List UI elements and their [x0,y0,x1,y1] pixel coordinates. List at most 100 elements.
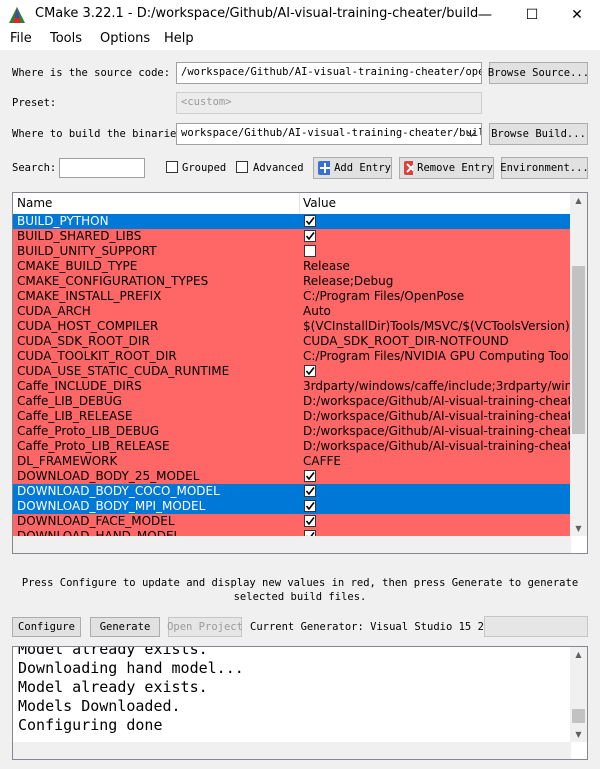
table-row[interactable]: DOWNLOAD_BODY_25_MODEL [13,469,571,484]
menu-tools[interactable]: Tools [50,31,82,46]
output-horizontal-scrollbar[interactable] [13,742,571,759]
search-label: Search: [12,162,57,174]
row-value-checkbox[interactable] [304,485,316,497]
table-row[interactable]: Caffe_Proto_LIB_RELEASE D:/workspace/Gith… [13,439,571,454]
output-scroll-up-icon[interactable]: ▲ [570,647,587,662]
current-generator-label: Current Generator: Visual Studio 15 2017 [250,621,503,633]
row-name: CMAKE_INSTALL_PREFIX [17,289,162,303]
table-row[interactable]: DOWNLOAD_BODY_MPI_MODEL [13,499,571,514]
source-path-input[interactable]: /workspace/Github/AI-visual-training-che… [176,62,482,84]
row-value-checkbox[interactable] [304,245,316,257]
maximize-button[interactable]: ☐ [509,0,555,30]
row-value[interactable]: $(VCInstallDir)Tools/MSVC/$(VCToolsVersi… [303,319,571,334]
row-value[interactable]: D:/workspace/Github/AI-visual-training-c… [303,424,571,439]
row-name: DOWNLOAD_BODY_COCO_MODEL [17,484,220,498]
configure-button[interactable]: Configure [12,617,81,637]
row-value-checkbox[interactable] [304,215,316,227]
remove-icon [404,161,414,175]
remove-entry-button[interactable]: Remove Entry [399,157,494,179]
preset-label: Preset: [12,97,57,109]
row-name: DOWNLOAD_BODY_MPI_MODEL [17,499,206,513]
build-path-combo[interactable]: workspace/Github/AI-visual-training-chea… [176,123,482,145]
checkmark-icon [305,517,315,526]
cache-variables-table[interactable]: Name Value BUILD_PYTHON BUILD_SHARED_LIBS… [12,192,588,554]
table-row[interactable]: CUDA_ARCH Auto [13,304,571,319]
generate-button[interactable]: Generate [90,617,160,637]
column-header-value[interactable]: Value [303,196,336,210]
row-value-checkbox[interactable] [304,230,316,242]
chevron-down-icon[interactable] [467,131,476,137]
output-scroll-thumb[interactable] [572,709,585,723]
table-row[interactable]: CUDA_HOST_COMPILER $(VCInstallDir)Tools/M… [13,319,571,334]
table-row[interactable]: DOWNLOAD_FACE_MODEL [13,514,571,529]
table-row[interactable]: BUILD_PYTHON [13,214,571,229]
row-value[interactable]: Release;Debug [303,274,571,289]
table-row[interactable]: CUDA_TOOLKIT_ROOT_DIR C:/Program Files/NV… [13,349,571,364]
cmake-logo-icon [9,7,25,23]
table-row[interactable]: CMAKE_INSTALL_PREFIX C:/Program Files/Ope… [13,289,571,304]
output-line: Model already exists. [18,646,208,658]
scroll-up-icon[interactable]: ▲ [570,193,587,208]
table-row[interactable]: DOWNLOAD_BODY_COCO_MODEL [13,484,571,499]
table-row[interactable]: CUDA_USE_STATIC_CUDA_RUNTIME [13,364,571,379]
table-row[interactable]: Caffe_Proto_LIB_DEBUG D:/workspace/Github… [13,424,571,439]
table-row[interactable]: CUDA_SDK_ROOT_DIR CUDA_SDK_ROOT_DIR-NOTFO… [13,334,571,349]
scroll-down-icon[interactable]: ▼ [570,521,587,536]
row-value[interactable]: D:/workspace/Github/AI-visual-training-c… [303,409,571,424]
environment-button[interactable]: Environment... [500,157,589,179]
row-name: DOWNLOAD_BODY_25_MODEL [17,469,200,483]
search-input[interactable] [59,158,145,178]
menu-options[interactable]: Options [100,31,150,46]
row-value-checkbox[interactable] [304,365,316,377]
table-horizontal-scrollbar[interactable] [13,536,571,553]
row-name: Caffe_LIB_DEBUG [17,394,122,408]
browse-source-button[interactable]: Browse Source... [488,62,589,84]
row-value[interactable]: D:/workspace/Github/AI-visual-training-c… [303,394,571,409]
column-header-name[interactable]: Name [17,196,52,210]
column-divider[interactable] [299,193,300,214]
table-row[interactable]: Caffe_INCLUDE_DIRS 3rdparty/windows/caffe… [13,379,571,394]
checkmark-icon [305,487,315,496]
menu-help[interactable]: Help [164,31,194,46]
close-button[interactable]: ✕ [554,0,600,30]
checkmark-icon [305,217,315,226]
row-value-checkbox[interactable] [304,470,316,482]
menu-file[interactable]: File [10,31,32,46]
table-row[interactable]: Caffe_LIB_DEBUG D:/workspace/Github/AI-vi… [13,394,571,409]
table-row[interactable]: BUILD_UNITY_SUPPORT [13,244,571,259]
open-project-button[interactable]: Open Project [167,617,243,637]
row-name: Caffe_Proto_LIB_RELEASE [17,439,170,453]
table-row[interactable]: Caffe_LIB_RELEASE D:/workspace/Github/AI-… [13,409,571,424]
row-value[interactable]: Release [303,259,571,274]
output-scroll-down-icon[interactable]: ▼ [570,727,587,742]
row-value[interactable]: C:/Program Files/NVIDIA GPU Computing To… [303,349,571,364]
table-row[interactable]: CMAKE_CONFIGURATION_TYPES Release;Debug [13,274,571,289]
table-row[interactable]: BUILD_SHARED_LIBS [13,229,571,244]
output-log[interactable]: Model already exists. Downloading hand mo… [12,646,588,760]
preset-select[interactable]: <custom> [176,92,482,114]
row-name: CMAKE_BUILD_TYPE [17,259,138,273]
row-name: Caffe_INCLUDE_DIRS [17,379,142,393]
table-header: Name Value [13,193,571,215]
scroll-thumb[interactable] [572,266,585,434]
advanced-checkbox[interactable] [236,161,248,173]
row-value[interactable]: CAFFE [303,454,571,469]
row-value[interactable]: C:/Program Files/OpenPose [303,289,571,304]
browse-build-button[interactable]: Browse Build... [489,123,588,145]
row-name: Caffe_LIB_RELEASE [17,409,133,423]
row-name: CMAKE_CONFIGURATION_TYPES [17,274,209,288]
row-value[interactable]: D:/workspace/Github/AI-visual-training-c… [303,439,571,454]
table-vertical-scrollbar[interactable]: ▲ ▼ [570,193,587,536]
output-vertical-scrollbar[interactable]: ▲ ▼ [570,647,587,742]
row-value-checkbox[interactable] [304,500,316,512]
minimize-button[interactable]: — [462,0,508,30]
row-value[interactable]: CUDA_SDK_ROOT_DIR-NOTFOUND [303,334,571,349]
row-value[interactable]: Auto [303,304,571,319]
add-entry-button[interactable]: Add Entry [313,157,392,179]
row-value[interactable]: 3rdparty/windows/caffe/include;3rdparty/… [303,379,571,394]
grouped-checkbox[interactable] [166,161,178,173]
remove-entry-label: Remove Entry [417,162,493,174]
row-value-checkbox[interactable] [304,515,316,527]
table-row[interactable]: CMAKE_BUILD_TYPE Release [13,259,571,274]
table-row[interactable]: DL_FRAMEWORK CAFFE [13,454,571,469]
